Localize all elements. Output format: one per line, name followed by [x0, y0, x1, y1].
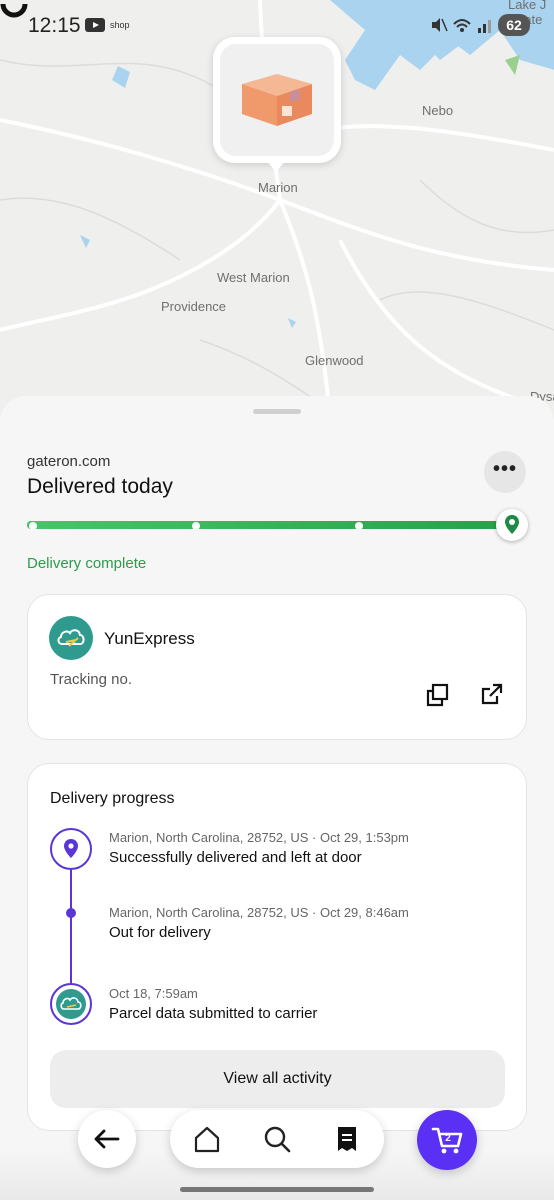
- progress-destination-pin: [496, 509, 528, 541]
- status-app-label: shop: [110, 20, 130, 30]
- map-label-providence: Providence: [161, 299, 227, 314]
- event-description: Parcel data submitted to carrier: [109, 1005, 318, 1022]
- battery-indicator: 62: [498, 14, 530, 36]
- home-indicator[interactable]: [180, 1187, 374, 1192]
- package-thumbnail: [220, 44, 334, 156]
- map-pin-card[interactable]: [213, 37, 341, 163]
- delivery-status-text: Delivery complete: [27, 555, 147, 572]
- search-icon[interactable]: [262, 1124, 292, 1154]
- map-label-marion: Marion: [258, 180, 298, 195]
- package-icon: [242, 74, 312, 126]
- event-description: Successfully delivered and left at door: [109, 849, 362, 866]
- location-pin-icon: [64, 839, 78, 858]
- map-label-west-marion: West Marion: [217, 270, 290, 285]
- cart-button[interactable]: 2: [417, 1110, 477, 1170]
- back-button[interactable]: [78, 1110, 136, 1168]
- timeline-carrier-marker: [50, 983, 92, 1025]
- event-meta: Oct 18, 7:59am: [109, 986, 198, 1001]
- more-options-button[interactable]: •••: [484, 451, 526, 493]
- shipment-sheet: gateron.com Delivered today ••• Delivery…: [0, 396, 554, 1200]
- timeline-delivered-marker: [50, 828, 92, 870]
- delivery-progress-title: Delivery progress: [50, 790, 175, 807]
- map-label-nebo: Nebo: [422, 103, 454, 118]
- delivery-progress-card: Delivery progress Marion, North Carolina…: [27, 763, 527, 1131]
- map-view[interactable]: Nebo Marion West Marion Providence Glenw…: [0, 0, 554, 420]
- home-icon[interactable]: [192, 1124, 222, 1154]
- view-all-activity-button[interactable]: View all activity: [50, 1050, 505, 1108]
- status-time: 12:15: [28, 14, 81, 37]
- external-link-icon[interactable]: [479, 681, 505, 707]
- orders-receipt-icon[interactable]: [332, 1124, 362, 1154]
- bottom-nav: [170, 1110, 384, 1168]
- status-icons: [430, 16, 494, 37]
- copy-icon[interactable]: [425, 682, 451, 708]
- merchant-name: gateron.com: [27, 453, 111, 470]
- carrier-card: YunExpress Tracking no.: [27, 594, 527, 740]
- carrier-logo-icon: [56, 989, 86, 1019]
- carrier-logo: [49, 616, 93, 660]
- carrier-name: YunExpress: [104, 629, 195, 648]
- pin-card-tail: [266, 160, 286, 172]
- progress-step-dot: [29, 522, 37, 530]
- signal-wifi-mute-icon: [432, 18, 491, 33]
- sheet-drag-handle[interactable]: [253, 409, 301, 414]
- progress-step-dot: [355, 522, 363, 530]
- map-label-glenwood: Glenwood: [305, 353, 364, 368]
- arrow-left-icon: [94, 1129, 120, 1149]
- event-meta: Marion, North Carolina, 28752, US · Oct …: [109, 905, 409, 920]
- progress-step-dot: [192, 522, 200, 530]
- cart-count-badge: 2: [445, 1133, 451, 1144]
- youtube-icon: [85, 18, 105, 32]
- shipment-headline: Delivered today: [27, 475, 173, 498]
- status-bar: 12:15 shop 62: [0, 0, 554, 52]
- map-pin-icon: [505, 515, 519, 534]
- event-meta: Marion, North Carolina, 28752, US · Oct …: [109, 830, 409, 845]
- tracking-number-label: Tracking no.: [50, 671, 132, 688]
- timeline-dot: [66, 908, 76, 918]
- delivery-progress-fill: [27, 521, 513, 529]
- event-description: Out for delivery: [109, 924, 211, 941]
- cloud-logo-icon: [57, 629, 85, 647]
- delivery-progress-bar: [27, 521, 513, 529]
